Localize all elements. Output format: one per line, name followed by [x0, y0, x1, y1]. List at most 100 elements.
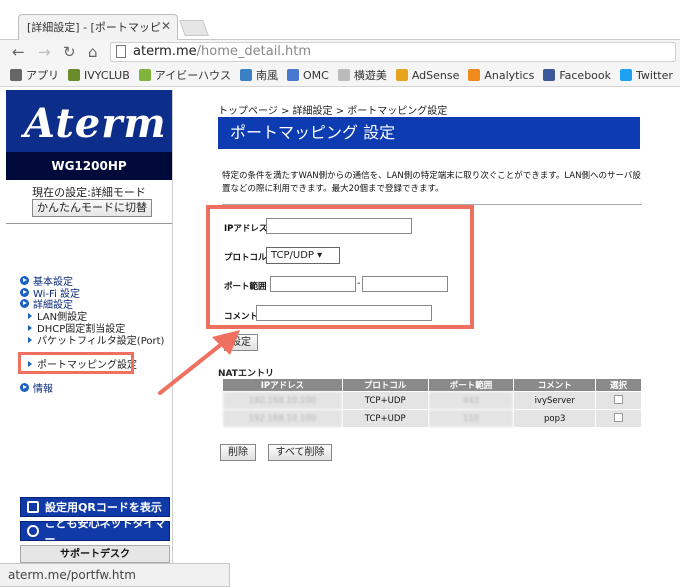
bookmark-item[interactable]: Analytics [468, 69, 534, 82]
cell-port: 110 [427, 409, 515, 428]
bookmark-icon [286, 69, 299, 81]
bookmark-icon [395, 69, 408, 81]
qr-icon [27, 501, 39, 513]
logo-text: Aterm [24, 100, 167, 147]
row-checkbox[interactable] [614, 412, 624, 422]
ip-label: IPアドレス [224, 224, 268, 234]
ip-address-input[interactable] [266, 218, 412, 234]
simple-mode-button[interactable]: かんたんモードに切替 [32, 199, 152, 217]
address-bar[interactable]: aterm.me/home_detail.htm [110, 42, 676, 62]
home-icon[interactable]: ⌂ [88, 43, 98, 61]
url-host: aterm.me [133, 44, 197, 59]
col-protocol: プロトコル [341, 378, 429, 392]
status-bar: aterm.me/portfw.htm [0, 563, 230, 587]
bookmark-item[interactable]: OMC [286, 68, 329, 82]
bookmark-label: OMC [302, 68, 329, 82]
port-range-label: ポート範囲 [224, 282, 267, 292]
cell-select [595, 391, 642, 410]
timer-icon [27, 525, 39, 537]
bookmark-item[interactable]: 横遊美 [337, 67, 387, 83]
bookmark-label: アプリ [26, 69, 59, 82]
cell-port: 443 [427, 391, 515, 410]
sidebar-item-label: 情報 [33, 384, 53, 395]
bookmark-item[interactable]: アプリ [10, 67, 59, 83]
bookmark-icon [337, 69, 350, 81]
bookmark-item[interactable]: Twitter [620, 69, 673, 82]
bookmark-label: IVYCLUB [84, 68, 130, 82]
row-checkbox[interactable] [614, 394, 624, 404]
col-select: 選択 [595, 378, 642, 392]
triangle-icon [28, 312, 32, 319]
bookmark-item[interactable]: 南風 [239, 67, 278, 83]
nat-entries-table: IPアドレス プロトコル ポート範囲 コメント 選択 192.168.10.10… [222, 378, 642, 428]
bookmark-icon [468, 69, 481, 81]
cell-ip: 192.168.10.100 [222, 409, 343, 428]
bookmark-item[interactable]: アイビーハウス [138, 67, 231, 83]
support-desk-button[interactable]: サポートデスク [20, 545, 170, 563]
circle-arrow-icon [20, 383, 29, 392]
qr-code-button[interactable]: 設定用QRコードを表示 [20, 497, 170, 517]
bookmark-item[interactable]: IVYCLUB [68, 69, 130, 82]
protocol-label: プロトコル [224, 253, 267, 263]
delete-all-button[interactable]: すべて削除 [268, 444, 332, 461]
cell-comment: ivyServer [513, 391, 597, 410]
bookmark-item[interactable]: AdSense [395, 68, 460, 82]
bookmark-label: Facebook [559, 68, 612, 82]
protocol-select[interactable]: TCP/UDP ▾ [266, 247, 340, 264]
comment-input[interactable] [256, 305, 432, 321]
page-icon [116, 45, 126, 58]
triangle-icon [28, 336, 32, 343]
col-port: ポート範囲 [427, 378, 515, 392]
cell-protocol: TCP+UDP [341, 409, 429, 428]
port-start-input[interactable] [270, 276, 356, 292]
bookmarks-bar: アプリ IVYCLUB アイビーハウス 南風 OMC 横遊美 AdSense Analytic… [0, 64, 680, 87]
bookmark-icon [620, 69, 633, 81]
dropdown-arrow-icon: ▾ [317, 250, 323, 261]
page-title: ポートマッピング 設定 [218, 117, 640, 149]
triangle-icon [28, 324, 32, 331]
table-row: 192.168.10.100 TCP+UDP 110 pop3 [222, 409, 642, 428]
bookmark-icon [239, 69, 252, 81]
sidebar-item[interactable]: パケットフィルタ設定(Port) [28, 332, 164, 347]
bookmark-label: アイビーハウス [154, 69, 231, 82]
bookmark-label: Twitter [636, 68, 673, 82]
bookmark-icon [138, 69, 151, 81]
bookmark-icon [68, 69, 80, 81]
annotation-arrow [158, 330, 240, 395]
mode-panel: 現在の設定:詳細モード かんたんモードに切替 [6, 180, 172, 224]
bookmark-icon [10, 69, 22, 81]
bookmark-icon [543, 69, 556, 81]
bookmark-item[interactable]: Facebook [543, 69, 611, 82]
bookmark-label: 横遊美 [353, 69, 387, 82]
col-comment: コメント [513, 378, 597, 392]
bookmark-label: AdSense [411, 68, 460, 82]
circle-arrow-icon [20, 276, 29, 285]
kids-button-label: こども安心ネットタイマー [44, 517, 166, 546]
circle-arrow-icon [20, 299, 29, 308]
delete-button[interactable]: 削除 [220, 444, 256, 461]
bookmark-label: 南風 [255, 69, 278, 82]
cell-comment: pop3 [513, 409, 597, 428]
comment-label: コメント [224, 312, 259, 322]
bookmark-label: Analytics [484, 68, 535, 82]
reload-icon[interactable]: ↻ [63, 43, 76, 61]
back-icon[interactable]: ← [12, 43, 25, 61]
mode-status: 現在の設定:詳細モード [32, 186, 146, 199]
cell-select [595, 409, 642, 428]
sidebar-item-label: パケットフィルタ設定(Port) [37, 336, 165, 347]
protocol-value: TCP/UDP [271, 250, 314, 261]
port-separator: - [357, 278, 361, 289]
page-description: 特定の条件を満たすWAN側からの通信を、LAN側の特定端末に取り次ぐことができま… [222, 170, 642, 205]
qr-button-label: 設定用QRコードを表示 [45, 501, 162, 514]
kids-timer-button[interactable]: こども安心ネットタイマー [20, 517, 170, 546]
url-path: /home_detail.htm [196, 44, 312, 59]
browser-tab[interactable]: [詳細設定] - [ポートマッピ ✕ [18, 14, 178, 40]
sidebar-item[interactable]: 情報 [20, 380, 53, 395]
cell-protocol: TCP+UDP [341, 391, 429, 410]
model-name: WG1200HP [6, 152, 172, 180]
table-row: 192.168.10.100 TCP+UDP 443 ivyServer [222, 391, 642, 410]
tab-close-icon[interactable]: ✕ [161, 19, 171, 33]
highlight-box-sidebar [18, 352, 134, 374]
forward-icon[interactable]: → [38, 43, 51, 61]
port-end-input[interactable] [362, 276, 448, 292]
